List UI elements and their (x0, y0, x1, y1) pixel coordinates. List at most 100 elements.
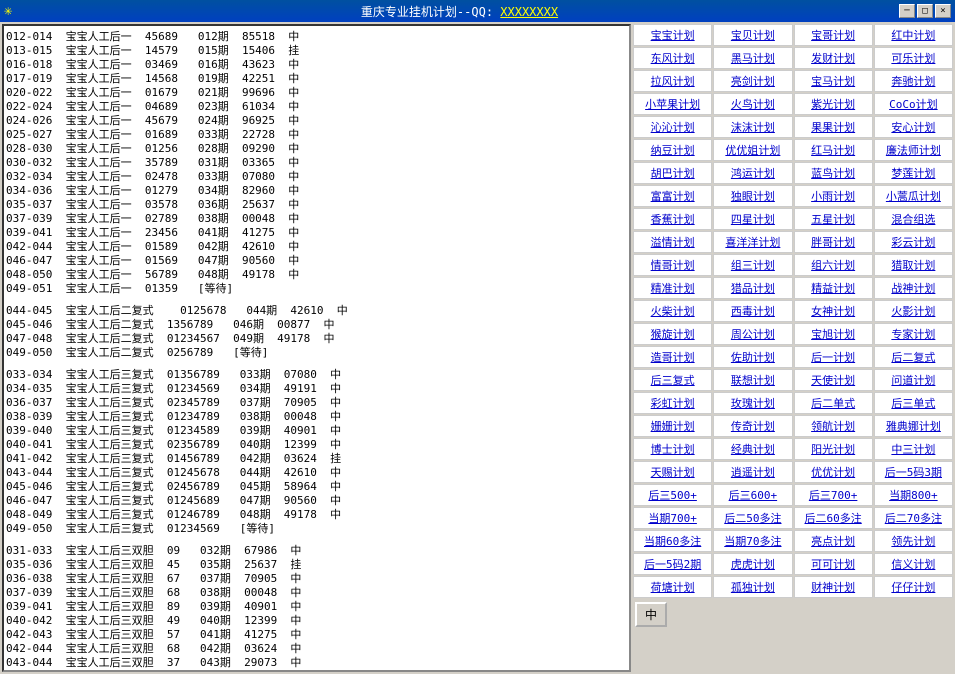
qq-link[interactable]: XXXXXXXX (500, 5, 558, 19)
plan-button[interactable]: 后三复式 (633, 369, 712, 391)
plan-button[interactable]: 后二单式 (794, 392, 873, 414)
plan-button[interactable]: 女神计划 (794, 300, 873, 322)
plan-button[interactable]: 彩云计划 (874, 231, 953, 253)
plan-button[interactable]: 后三700+ (794, 484, 873, 506)
plan-button[interactable]: 香蕉计划 (633, 208, 712, 230)
plan-button[interactable]: 果果计划 (794, 116, 873, 138)
plan-button[interactable]: 猎品计划 (713, 277, 792, 299)
plan-button[interactable]: 优优姐计划 (713, 139, 792, 161)
plan-button[interactable]: 信义计划 (874, 553, 953, 575)
plan-button[interactable]: 火柴计划 (633, 300, 712, 322)
plan-button[interactable]: 问道计划 (874, 369, 953, 391)
plan-button[interactable]: 紫光计划 (794, 93, 873, 115)
plan-button[interactable]: 黑马计划 (713, 47, 792, 69)
minimize-button[interactable]: ─ (899, 4, 915, 18)
plan-button[interactable]: 后二60多注 (794, 507, 873, 529)
plan-button[interactable]: 可可计划 (794, 553, 873, 575)
plan-button[interactable]: 当期700+ (633, 507, 712, 529)
plan-button[interactable]: 独眼计划 (713, 185, 792, 207)
plan-button[interactable]: 精益计划 (794, 277, 873, 299)
plan-button[interactable]: 后二50多注 (713, 507, 792, 529)
scroll-content[interactable]: 012-014 宝宝人工后一 45689 012期 85518 中013-015… (4, 26, 629, 670)
plan-button[interactable]: 后三500+ (633, 484, 712, 506)
plan-button[interactable]: 红中计划 (874, 24, 953, 46)
plan-button[interactable]: 中三计划 (874, 438, 953, 460)
plan-button[interactable]: 梦莲计划 (874, 162, 953, 184)
plan-button[interactable]: 溢情计划 (633, 231, 712, 253)
plan-button[interactable]: 宝宝计划 (633, 24, 712, 46)
plan-button[interactable]: 领先计划 (874, 530, 953, 552)
plan-button[interactable]: 奔驰计划 (874, 70, 953, 92)
plan-button[interactable]: 火影计划 (874, 300, 953, 322)
plan-button[interactable]: 当期70多注 (713, 530, 792, 552)
plan-button[interactable]: 传奇计划 (713, 415, 792, 437)
plan-button[interactable]: 组三计划 (713, 254, 792, 276)
plan-button[interactable]: 组六计划 (794, 254, 873, 276)
plan-button[interactable]: 喜洋洋计划 (713, 231, 792, 253)
plan-button[interactable]: 玫瑰计划 (713, 392, 792, 414)
plan-button[interactable]: 安心计划 (874, 116, 953, 138)
plan-button[interactable]: 沫沫计划 (713, 116, 792, 138)
plan-button[interactable]: 虎虎计划 (713, 553, 792, 575)
plan-button[interactable]: 后二70多注 (874, 507, 953, 529)
plan-button[interactable]: 混合组选 (874, 208, 953, 230)
plan-button[interactable]: 姗姗计划 (633, 415, 712, 437)
plan-button[interactable]: 造哥计划 (633, 346, 712, 368)
plan-button[interactable]: 阳光计划 (794, 438, 873, 460)
plan-button[interactable]: 天使计划 (794, 369, 873, 391)
plan-button[interactable]: 鸿运计划 (713, 162, 792, 184)
plan-button[interactable]: 后二复式 (874, 346, 953, 368)
plan-button[interactable]: 后一5码2期 (633, 553, 712, 575)
close-button[interactable]: × (935, 4, 951, 18)
plan-button[interactable]: 胡巴计划 (633, 162, 712, 184)
plan-button[interactable]: 战神计划 (874, 277, 953, 299)
plan-button[interactable]: 廉法师计划 (874, 139, 953, 161)
plan-button[interactable]: 当期800+ (874, 484, 953, 506)
status-button[interactable]: 中 (635, 602, 667, 627)
plan-button[interactable]: 佐助计划 (713, 346, 792, 368)
plan-button[interactable]: 宝哥计划 (794, 24, 873, 46)
plan-button[interactable]: 东风计划 (633, 47, 712, 69)
plan-button[interactable]: 可乐计划 (874, 47, 953, 69)
plan-button[interactable]: 领航计划 (794, 415, 873, 437)
plan-button[interactable]: 五星计划 (794, 208, 873, 230)
plan-button[interactable]: 发财计划 (794, 47, 873, 69)
plan-button[interactable]: 雅典娜计划 (874, 415, 953, 437)
plan-button[interactable]: 猎取计划 (874, 254, 953, 276)
plan-button[interactable]: 猴旋计划 (633, 323, 712, 345)
plan-button[interactable]: 后一5码3期 (874, 461, 953, 483)
plan-button[interactable]: 宝旭计划 (794, 323, 873, 345)
plan-button[interactable]: 胖哥计划 (794, 231, 873, 253)
plan-button[interactable]: 纳豆计划 (633, 139, 712, 161)
plan-button[interactable]: 天赐计划 (633, 461, 712, 483)
plan-button[interactable]: 后一计划 (794, 346, 873, 368)
plan-button[interactable]: 后三单式 (874, 392, 953, 414)
plan-button[interactable]: 蓝鸟计划 (794, 162, 873, 184)
plan-button[interactable]: 情哥计划 (633, 254, 712, 276)
plan-button[interactable]: 财神计划 (794, 576, 873, 598)
plan-button[interactable]: 火鸟计划 (713, 93, 792, 115)
plan-button[interactable]: 精准计划 (633, 277, 712, 299)
plan-button[interactable]: 荷塘计划 (633, 576, 712, 598)
plan-button[interactable]: CoCo计划 (874, 93, 953, 115)
plan-button[interactable]: 孤独计划 (713, 576, 792, 598)
plan-button[interactable]: 逍遥计划 (713, 461, 792, 483)
plan-button[interactable]: 富富计划 (633, 185, 712, 207)
plan-button[interactable]: 联想计划 (713, 369, 792, 391)
plan-button[interactable]: 经典计划 (713, 438, 792, 460)
plan-button[interactable]: 专家计划 (874, 323, 953, 345)
plan-button[interactable]: 亮剑计划 (713, 70, 792, 92)
plan-button[interactable]: 仔仔计划 (874, 576, 953, 598)
plan-button[interactable]: 当期60多注 (633, 530, 712, 552)
plan-button[interactable]: 彩虹计划 (633, 392, 712, 414)
plan-button[interactable]: 周公计划 (713, 323, 792, 345)
plan-button[interactable]: 后三600+ (713, 484, 792, 506)
maximize-button[interactable]: □ (917, 4, 933, 18)
plan-button[interactable]: 四星计划 (713, 208, 792, 230)
plan-button[interactable]: 宝贝计划 (713, 24, 792, 46)
plan-button[interactable]: 西毒计划 (713, 300, 792, 322)
plan-button[interactable]: 沁沁计划 (633, 116, 712, 138)
plan-button[interactable]: 小雨计划 (794, 185, 873, 207)
plan-button[interactable]: 优优计划 (794, 461, 873, 483)
plan-button[interactable]: 小苹果计划 (633, 93, 712, 115)
